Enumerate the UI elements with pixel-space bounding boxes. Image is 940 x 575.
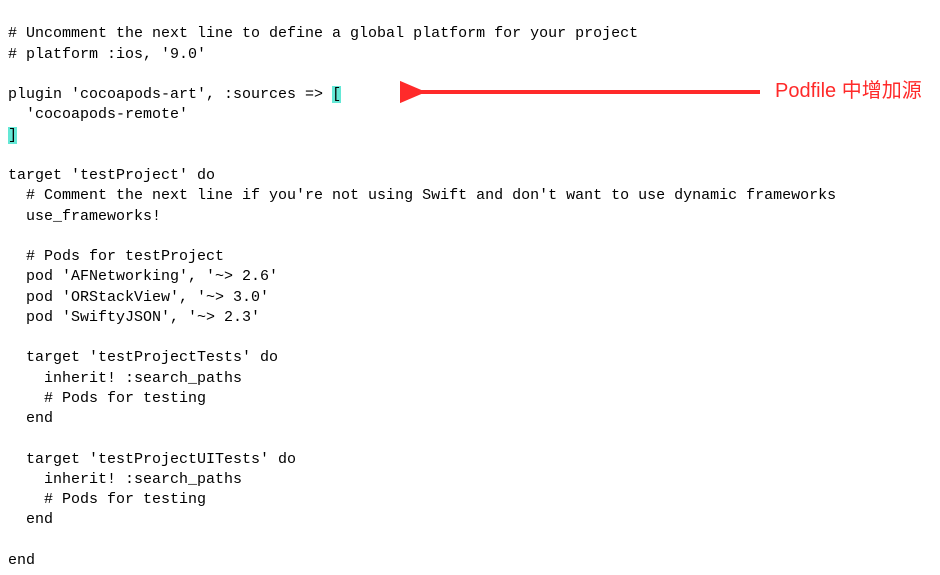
- highlight-bracket-close: ]: [8, 127, 17, 144]
- code-line: ]: [8, 127, 17, 144]
- code-line: inherit! :search_paths: [8, 370, 242, 387]
- code-line: # Pods for testing: [8, 390, 206, 407]
- code-line: end: [8, 552, 35, 569]
- code-line: end: [8, 410, 53, 427]
- code-line: inherit! :search_paths: [8, 471, 242, 488]
- code-line: end: [8, 511, 53, 528]
- code-line: target 'testProjectUITests' do: [8, 451, 296, 468]
- code-line: pod 'AFNetworking', '~> 2.6': [8, 268, 278, 285]
- code-line: 'cocoapods-remote': [8, 106, 188, 123]
- highlight-bracket-open: [: [332, 86, 341, 103]
- annotation-label: Podfile 中增加源: [775, 78, 922, 105]
- code-line: pod 'ORStackView', '~> 3.0': [8, 289, 269, 306]
- code-line: target 'testProject' do: [8, 167, 215, 184]
- code-line: pod 'SwiftyJSON', '~> 2.3': [8, 309, 260, 326]
- code-line: # platform :ios, '9.0': [8, 46, 206, 63]
- code-line: # Pods for testing: [8, 491, 206, 508]
- code-line: target 'testProjectTests' do: [8, 349, 278, 366]
- code-line: # Comment the next line if you're not us…: [8, 187, 836, 204]
- annotation-arrow-icon: [400, 72, 770, 112]
- code-line: plugin 'cocoapods-art', :sources => [: [8, 86, 341, 103]
- code-line: use_frameworks!: [8, 208, 161, 225]
- code-line: # Uncomment the next line to define a gl…: [8, 25, 638, 42]
- code-line: # Pods for testProject: [8, 248, 224, 265]
